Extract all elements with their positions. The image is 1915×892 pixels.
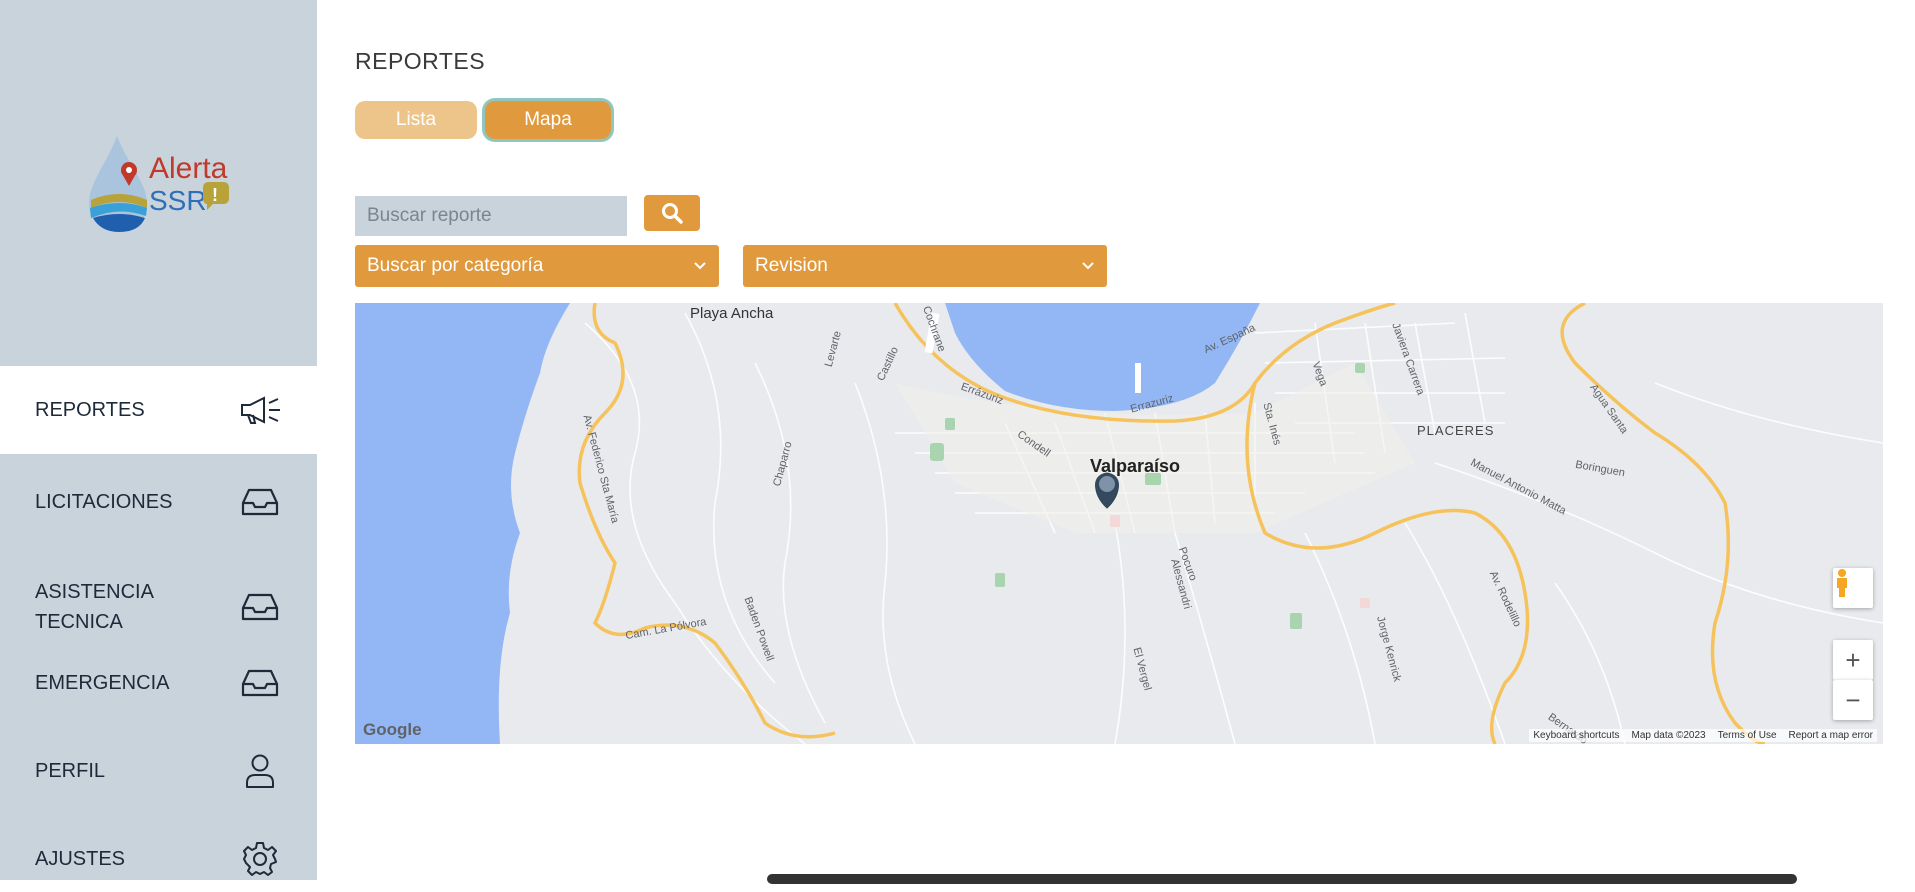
- logo-text-ssr: SSR: [149, 185, 207, 216]
- sidebar-item-label: AJUSTES: [35, 847, 126, 870]
- page-title: REPORTES: [355, 48, 486, 74]
- logo: Alerta SSR !: [0, 0, 317, 366]
- sidebar-item-reportes[interactable]: REPORTES: [0, 366, 317, 454]
- street-view-pegman[interactable]: [1833, 568, 1873, 608]
- mapa-toggle-button[interactable]: Mapa: [485, 101, 611, 139]
- map-label: Playa Ancha: [690, 305, 774, 322]
- lista-toggle-button[interactable]: Lista: [355, 101, 477, 139]
- megaphone-icon: [238, 388, 282, 432]
- map-attribution: Keyboard shortcuts Map data ©2023 Terms …: [1529, 729, 1877, 742]
- sidebar-item-emergencia[interactable]: EMERGENCIA: [0, 650, 317, 716]
- chevron-down-icon: [1082, 262, 1094, 270]
- map-canvas: [355, 303, 1883, 744]
- inbox-icon: [238, 480, 282, 524]
- sidebar-item-label: PERFIL: [35, 759, 106, 782]
- status-select-value: Revision: [755, 255, 828, 276]
- sidebar-item-label: LICITACIONES: [35, 490, 173, 513]
- terms-of-use-link[interactable]: Terms of Use: [1718, 730, 1777, 741]
- user-icon: [238, 749, 282, 793]
- pegman-icon: [1837, 569, 1847, 597]
- map-view[interactable]: Valparaíso Playa Ancha PLACERES Av. Espa…: [355, 303, 1883, 744]
- svg-text:!: !: [212, 185, 218, 205]
- category-select-value: Buscar por categoría: [367, 255, 544, 276]
- sidebar-item-perfil[interactable]: PERFIL: [0, 738, 317, 804]
- search-button[interactable]: [644, 195, 700, 231]
- bottom-scrollbar[interactable]: [767, 874, 1797, 884]
- main-content: REPORTES Lista Mapa Buscar reporte Busca…: [317, 0, 1915, 884]
- status-select[interactable]: Revision: [743, 245, 1107, 287]
- category-select[interactable]: Buscar por categoría: [355, 245, 719, 287]
- keyboard-shortcuts-link[interactable]: Keyboard shortcuts: [1533, 730, 1619, 741]
- map-city-label: Valparaíso: [1090, 456, 1181, 476]
- sidebar-item-label: REPORTES: [35, 398, 145, 421]
- alerta-ssr-logo: Alerta SSR !: [88, 136, 229, 232]
- inbox-icon: [238, 585, 282, 629]
- zoom-in-button[interactable]: +: [1833, 640, 1873, 680]
- google-logo: Google: [363, 720, 422, 739]
- map-data-text: Map data ©2023: [1631, 730, 1706, 741]
- search-input[interactable]: Buscar reporte: [355, 196, 627, 236]
- zoom-out-button[interactable]: −: [1833, 680, 1873, 720]
- logo-text-alerta: Alerta: [149, 152, 228, 185]
- sidebar-item-asistencia-tecnica[interactable]: ASISTENCIA TECNICA: [0, 572, 317, 642]
- sidebar-item-licitaciones[interactable]: LICITACIONES: [0, 466, 317, 538]
- search-icon: [662, 203, 683, 224]
- sidebar: Alerta SSR ! REPORTES LICITACIONES ASIST…: [0, 0, 317, 880]
- report-map-error-link[interactable]: Report a map error: [1789, 730, 1873, 741]
- gear-icon: [238, 837, 282, 881]
- sidebar-item-label: EMERGENCIA: [35, 671, 170, 694]
- sidebar-item-ajustes[interactable]: AJUSTES: [0, 826, 317, 892]
- map-label: PLACERES: [1417, 423, 1495, 438]
- chevron-down-icon: [694, 262, 706, 270]
- inbox-icon: [238, 661, 282, 705]
- sidebar-item-label: ASISTENCIA TECNICA: [35, 581, 153, 633]
